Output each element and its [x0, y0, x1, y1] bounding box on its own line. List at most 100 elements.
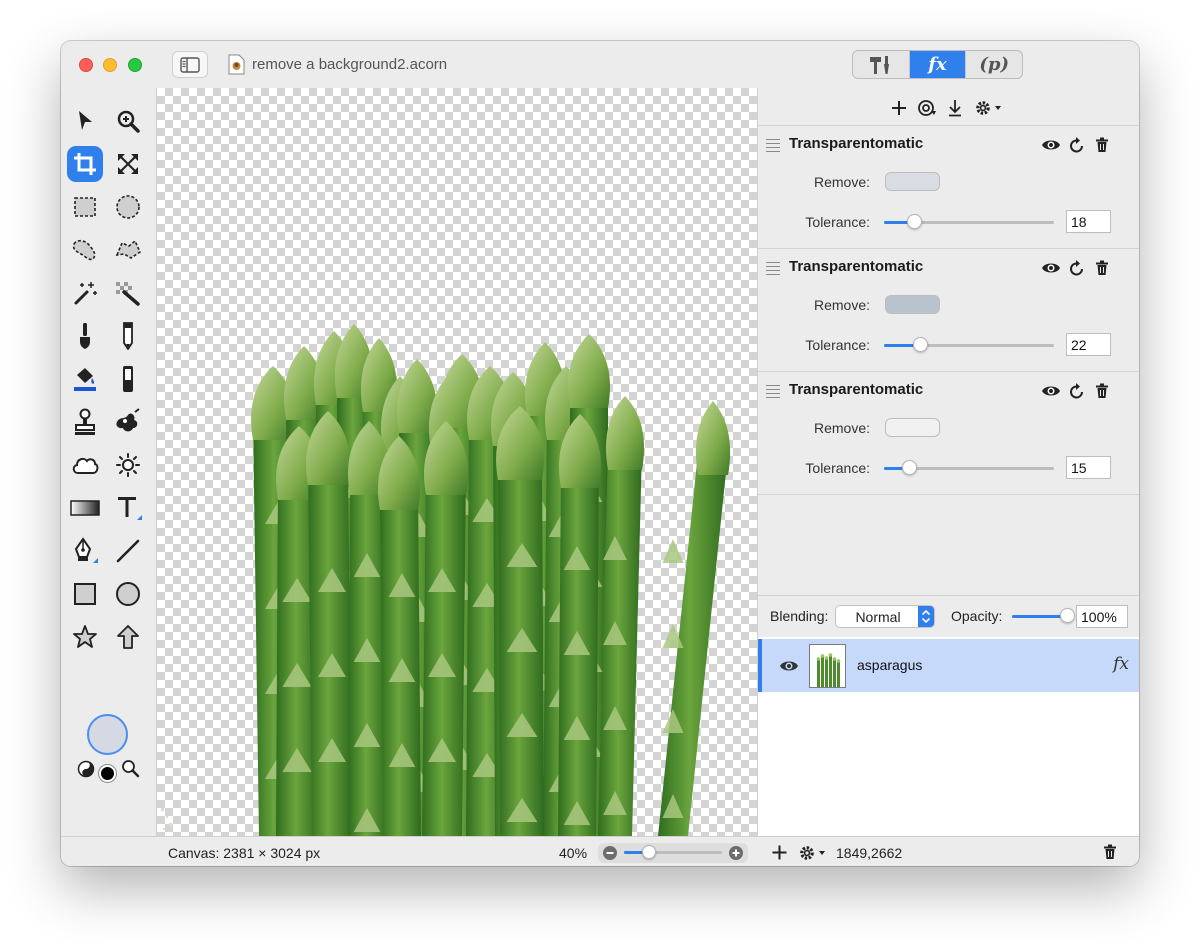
image-canvas[interactable] [156, 88, 758, 836]
crop-tool[interactable] [67, 146, 103, 182]
ellipse-select-tool[interactable] [110, 189, 146, 225]
smudge-icon [116, 408, 140, 432]
pencil-icon [123, 322, 133, 350]
polygon-lasso-tool[interactable] [110, 232, 146, 268]
swap-colors-icon[interactable] [77, 760, 95, 778]
reset-filter-button[interactable] [1067, 136, 1087, 154]
layer-gear-icon[interactable] [798, 844, 828, 862]
lasso-tool[interactable] [67, 232, 103, 268]
tolerance-slider-knob[interactable] [907, 214, 922, 229]
zoom-window-button[interactable] [128, 58, 142, 72]
delete-filter-button[interactable] [1092, 259, 1112, 277]
sun-icon [116, 453, 140, 477]
tolerance-label: Tolerance: [805, 460, 870, 476]
reset-filter-button[interactable] [1067, 259, 1087, 277]
clone-stamp-tool[interactable] [67, 404, 103, 440]
oval-shape-tool[interactable] [110, 576, 146, 612]
sun-tool[interactable] [110, 447, 146, 483]
properties-segment[interactable]: (p) [966, 51, 1022, 78]
gradient-tool[interactable] [67, 490, 103, 526]
filter-gear-menu[interactable] [972, 97, 1004, 119]
paint-bucket-tool[interactable] [67, 361, 103, 397]
color-picker-zoom-icon[interactable] [121, 759, 140, 778]
add-filter-button[interactable] [888, 97, 910, 119]
minimize-button[interactable] [103, 58, 117, 72]
drag-handle-icon[interactable] [766, 139, 780, 155]
drag-handle-icon[interactable] [766, 262, 780, 278]
trash-icon [1096, 137, 1108, 152]
rectangle-shape-tool[interactable] [67, 576, 103, 612]
pencil-tool[interactable] [110, 318, 146, 354]
rect-select-tool[interactable] [67, 189, 103, 225]
visibility-toggle[interactable] [1041, 382, 1061, 400]
document-icon [228, 54, 245, 75]
eye-icon [1042, 386, 1060, 396]
filter-presets-button[interactable] [916, 97, 938, 119]
apply-filters-button[interactable] [944, 97, 966, 119]
ellipse-select-icon [116, 195, 140, 219]
delete-filter-button[interactable] [1092, 136, 1112, 154]
close-button[interactable] [79, 58, 93, 72]
zoom-icon [117, 110, 140, 133]
brush-tool[interactable] [67, 318, 103, 354]
select-stepper-icon [918, 606, 934, 627]
delete-filter-button[interactable] [1092, 382, 1112, 400]
layer-name: asparagus [857, 657, 923, 673]
stroke-color-well[interactable] [99, 765, 116, 782]
tolerance-field[interactable]: 18 [1066, 210, 1111, 233]
fill-color-well[interactable] [87, 714, 128, 755]
tolerance-field[interactable]: 15 [1066, 456, 1111, 479]
eye-icon[interactable] [779, 659, 799, 673]
opacity-field[interactable]: 100% [1076, 605, 1128, 628]
blending-label: Blending: [770, 608, 829, 624]
cloud-tool[interactable] [67, 447, 103, 483]
sidebar-icon [180, 56, 200, 73]
zoom-slider-knob[interactable] [642, 845, 656, 859]
window-title: remove a background2.acorn [252, 56, 448, 73]
bezier-pen-icon [74, 537, 98, 563]
visibility-toggle[interactable] [1041, 259, 1061, 277]
filter-name: Transparentomatic [789, 135, 924, 152]
reset-filter-button[interactable] [1067, 382, 1087, 400]
inspector-segmented-control[interactable]: fx (p) [852, 50, 1023, 79]
sidebar-toggle-button[interactable] [172, 51, 208, 78]
layer-fx-badge[interactable]: fx [1113, 654, 1129, 674]
arrow-select-tool[interactable] [67, 103, 103, 139]
star-shape-icon [73, 625, 97, 648]
blending-mode-select[interactable]: Normal [835, 605, 935, 628]
delete-layer-icon[interactable] [1103, 844, 1117, 860]
tolerance-label: Tolerance: [805, 214, 870, 230]
drag-handle-icon[interactable] [766, 385, 780, 401]
magic-wand-icon [74, 282, 97, 305]
tolerance-field[interactable]: 22 [1066, 333, 1111, 356]
smudge-tool[interactable] [110, 404, 146, 440]
line-tool[interactable] [110, 533, 146, 569]
text-tool[interactable] [110, 490, 146, 526]
remove-color-well[interactable] [885, 295, 940, 314]
layer-row[interactable]: asparagus fx [758, 639, 1139, 692]
magic-wand-tool[interactable] [67, 275, 103, 311]
visibility-toggle[interactable] [1041, 136, 1061, 154]
bezier-pen-tool[interactable] [67, 533, 103, 569]
tools-segment[interactable] [853, 51, 910, 78]
oval-shape-icon [116, 582, 140, 606]
zoom-tool[interactable] [110, 103, 146, 139]
transform-tool[interactable] [110, 146, 146, 182]
star-shape-tool[interactable] [67, 619, 103, 655]
blending-mode-value: Normal [855, 609, 901, 625]
gradient-icon [70, 500, 100, 516]
zoom-out-icon[interactable] [602, 845, 618, 861]
magic-eraser-tool[interactable] [110, 275, 146, 311]
tolerance-slider-knob[interactable] [913, 337, 928, 352]
remove-color-well[interactable] [885, 418, 940, 437]
eraser-tool[interactable] [110, 361, 146, 397]
remove-color-well[interactable] [885, 172, 940, 191]
zoom-in-icon[interactable] [728, 845, 744, 861]
add-layer-icon[interactable] [772, 845, 787, 860]
opacity-slider-knob[interactable] [1060, 608, 1075, 623]
blending-bar: Blending: Normal Opacity: 100% [758, 595, 1139, 637]
arrow-shape-tool[interactable] [110, 619, 146, 655]
tolerance-slider-knob[interactable] [902, 460, 917, 475]
cloud-icon [72, 457, 99, 474]
fx-segment[interactable]: fx [909, 51, 967, 78]
